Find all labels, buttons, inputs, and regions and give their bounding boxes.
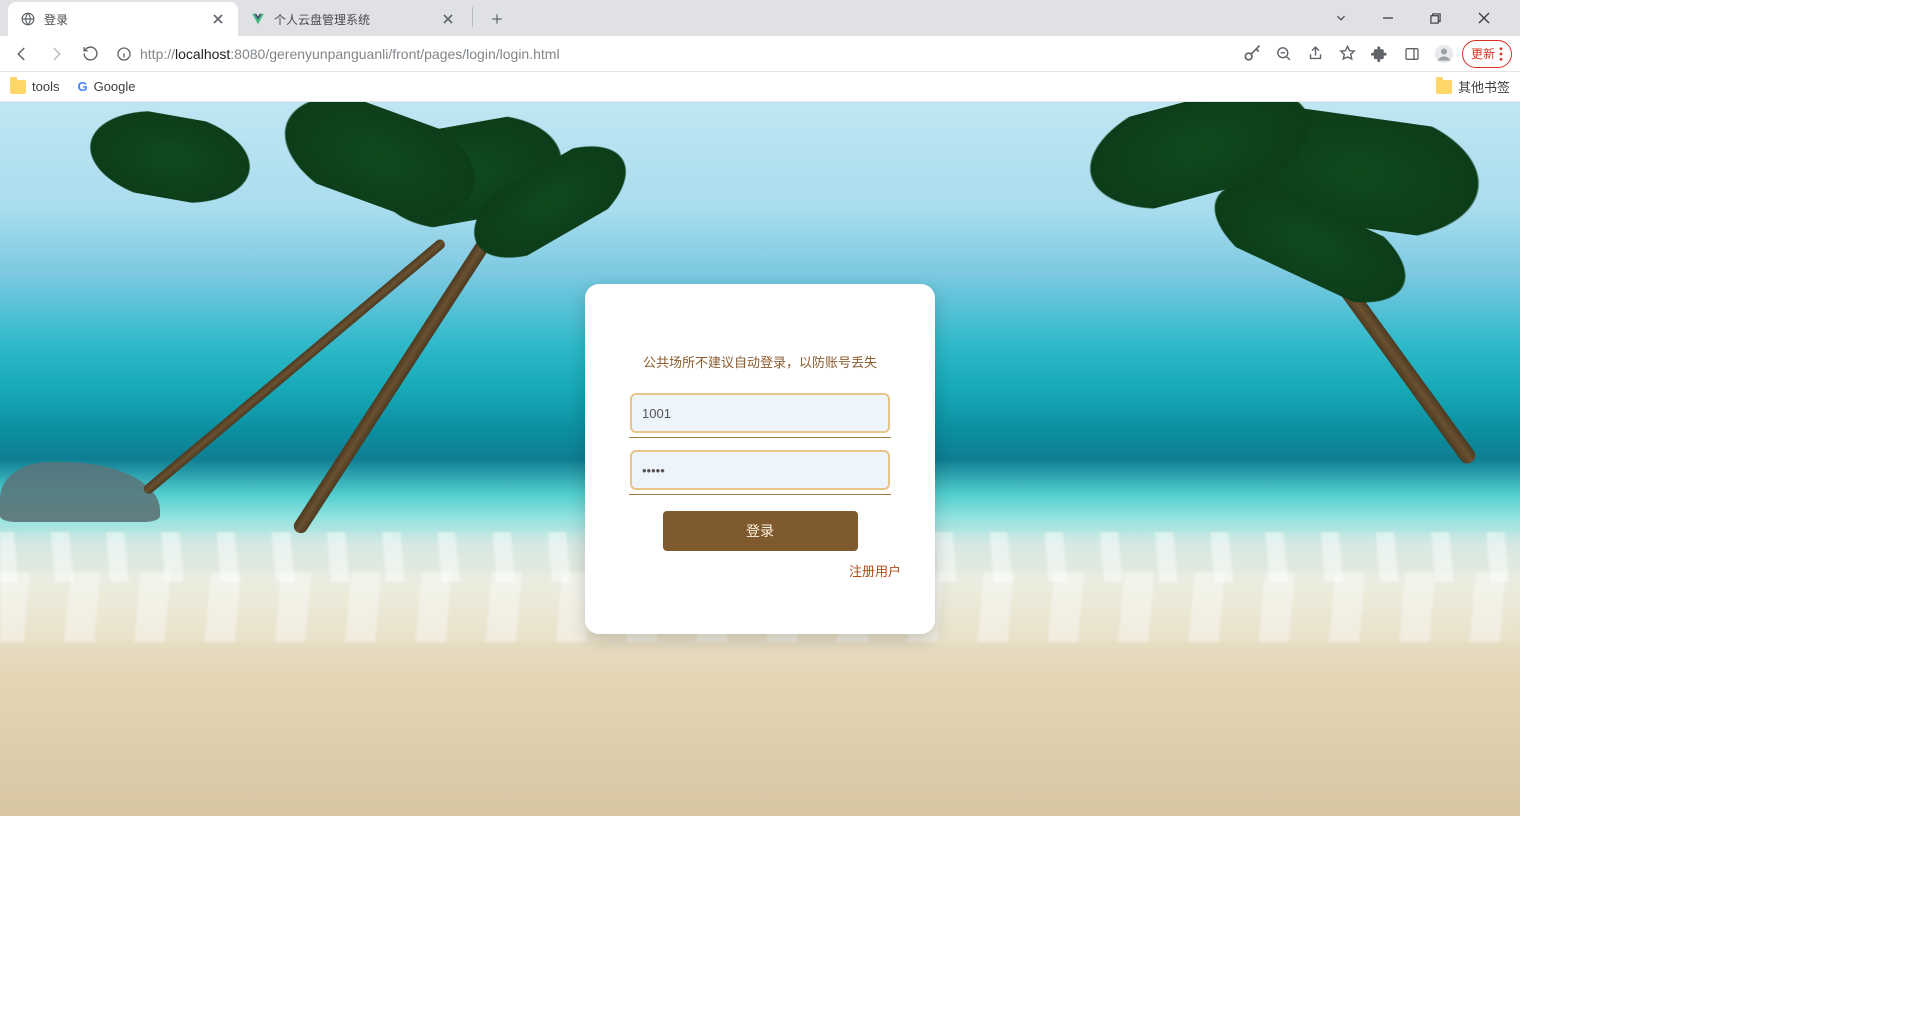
tab-divider (472, 7, 473, 27)
profile-avatar-icon[interactable] (1430, 40, 1458, 68)
side-panel-icon[interactable] (1398, 40, 1426, 68)
forward-button[interactable] (42, 40, 70, 68)
login-hint: 公共场所不建议自动登录，以防账号丢失 (643, 352, 877, 371)
username-input[interactable] (630, 393, 890, 433)
window-controls (1328, 0, 1520, 36)
bookmarks-bar: tools G Google 其他书签 (0, 72, 1520, 102)
close-icon[interactable] (210, 11, 226, 27)
back-button[interactable] (8, 40, 36, 68)
register-link[interactable]: 注册用户 (849, 561, 901, 580)
toolbar: http://localhost:8080/gerenyunpanguanli/… (0, 36, 1520, 72)
folder-icon (1436, 80, 1452, 94)
tab-title: 个人云盘管理系统 (274, 11, 432, 28)
page-viewport: 公共场所不建议自动登录，以防账号丢失 登录 注册用户 (0, 102, 1520, 816)
bookmark-google[interactable]: G Google (77, 79, 135, 94)
bookmark-label: Google (94, 79, 136, 94)
browser-chrome: 登录 个人云盘管理系统 (0, 0, 1520, 102)
minimize-icon[interactable] (1382, 12, 1410, 24)
bookmark-label: tools (32, 79, 59, 94)
globe-icon (20, 11, 36, 27)
bookmark-star-icon[interactable] (1334, 40, 1362, 68)
chevron-down-icon[interactable] (1334, 11, 1362, 25)
password-key-icon[interactable] (1238, 40, 1266, 68)
extensions-icon[interactable] (1366, 40, 1394, 68)
login-card: 公共场所不建议自动登录，以防账号丢失 登录 注册用户 (585, 284, 935, 634)
password-input[interactable] (630, 450, 890, 490)
share-icon[interactable] (1302, 40, 1330, 68)
other-bookmarks-label: 其他书签 (1458, 77, 1510, 96)
address-bar[interactable]: http://localhost:8080/gerenyunpanguanli/… (110, 40, 1232, 68)
field-underline (629, 494, 891, 495)
reload-button[interactable] (76, 40, 104, 68)
other-bookmarks[interactable]: 其他书签 (1436, 77, 1510, 96)
login-button[interactable]: 登录 (663, 511, 858, 551)
update-label: 更新 (1471, 45, 1495, 62)
tab-login[interactable]: 登录 (8, 2, 238, 36)
menu-dots-icon (1499, 47, 1503, 61)
url-text: http://localhost:8080/gerenyunpanguanli/… (140, 46, 560, 62)
tab-vue-app[interactable]: 个人云盘管理系统 (238, 2, 468, 36)
info-icon[interactable] (116, 46, 132, 62)
close-window-icon[interactable] (1478, 12, 1506, 24)
tab-strip: 登录 个人云盘管理系统 (0, 0, 1520, 36)
zoom-icon[interactable] (1270, 40, 1298, 68)
field-underline (629, 437, 891, 438)
new-tab-button[interactable] (483, 5, 511, 33)
google-icon: G (77, 79, 87, 94)
maximize-icon[interactable] (1430, 13, 1458, 24)
toolbar-right: 更新 (1238, 40, 1512, 68)
folder-icon (10, 80, 26, 94)
bookmark-tools[interactable]: tools (10, 79, 59, 94)
vue-icon (250, 11, 266, 27)
close-icon[interactable] (440, 11, 456, 27)
tab-title: 登录 (44, 11, 202, 28)
update-button[interactable]: 更新 (1462, 40, 1512, 68)
